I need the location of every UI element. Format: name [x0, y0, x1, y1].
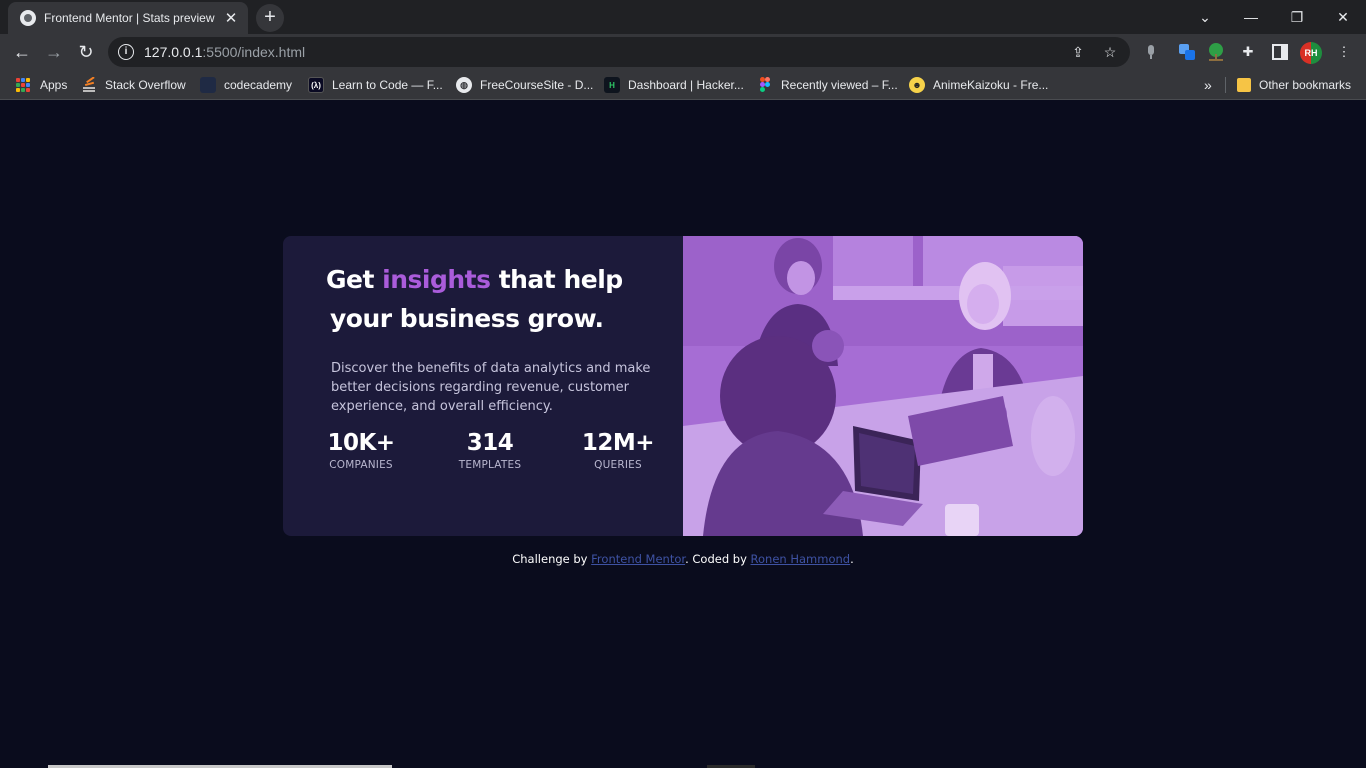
bookmark-codecademy[interactable]: codecademy: [200, 76, 292, 94]
author-link[interactable]: Ronen Hammond: [751, 552, 851, 566]
bookmark-apps[interactable]: Apps: [16, 76, 67, 94]
frontend-mentor-link[interactable]: Frontend Mentor: [591, 552, 685, 566]
bookmark-label: Learn to Code — F...: [332, 78, 443, 92]
globe-icon: ◍: [456, 77, 472, 93]
frontend-mentor-favicon-icon: [20, 10, 36, 26]
new-tab-button[interactable]: +: [256, 4, 284, 32]
bookmark-label: codecademy: [224, 78, 293, 92]
bookmark-hackerrank[interactable]: H Dashboard | Hacker...: [604, 76, 744, 94]
bookmark-freecoursesite[interactable]: ◍ FreeCourseSite - D...: [456, 76, 593, 94]
close-window-icon[interactable]: ✕: [1320, 0, 1366, 34]
stat-value: 314: [466, 430, 514, 456]
headline-pre: Get: [326, 265, 383, 294]
extensions-puzzle-icon[interactable]: ✚: [1238, 42, 1258, 62]
stat-value: 12M+: [581, 430, 655, 456]
stat-queries: 12M+ QUERIES: [553, 430, 683, 471]
share-icon[interactable]: ⇪: [1069, 43, 1087, 61]
stat-label: COMPANIES: [329, 459, 393, 471]
headline-post: that help: [490, 265, 624, 294]
back-icon[interactable]: ←: [8, 38, 36, 66]
stat-label: TEMPLATES: [458, 459, 522, 471]
folder-icon: [1237, 78, 1251, 92]
bookmark-label: Dashboard | Hacker...: [628, 78, 744, 92]
bookmark-label: Stack Overflow: [105, 78, 186, 92]
bookmark-freecodecamp[interactable]: (λ) Learn to Code — F...: [308, 76, 443, 94]
bookmark-figma[interactable]: Recently viewed – F...: [757, 76, 898, 94]
bookmarks-overflow-icon[interactable]: »: [1204, 76, 1212, 94]
browser-tab[interactable]: Frontend Mentor | Stats preview ✕: [8, 2, 248, 34]
forward-icon[interactable]: →: [40, 38, 68, 66]
stat-companies: 10K+ COMPANIES: [296, 430, 426, 471]
codecademy-icon: [200, 77, 216, 93]
stat-value: 10K+: [327, 430, 395, 456]
bookmarks-bar: Apps Stack Overflow codecademy (λ) Learn…: [0, 70, 1366, 100]
card-description: Discover the benefits of data analytics …: [331, 361, 651, 414]
attribution: Challenge by Frontend Mentor. Coded by R…: [0, 552, 1366, 566]
attribution-suffix: .: [850, 552, 854, 566]
tab-search-icon[interactable]: ⌄: [1182, 0, 1228, 34]
apps-grid-icon: [16, 78, 30, 92]
minimize-icon[interactable]: —: [1228, 0, 1274, 34]
bookmark-label: Other bookmarks: [1259, 78, 1352, 92]
stat-label: QUERIES: [594, 459, 642, 471]
headline-accent: insights: [382, 265, 491, 294]
headline-line2: your business grow.: [330, 304, 604, 333]
close-tab-icon[interactable]: ✕: [222, 9, 240, 27]
office-team-image: [683, 236, 1083, 536]
bookmark-animekaizoku[interactable]: ☻ AnimeKaizoku - Fre...: [909, 76, 1048, 94]
browser-titlebar: Frontend Mentor | Stats preview ✕ + ⌄ — …: [0, 0, 1366, 34]
bookmark-label: Apps: [40, 78, 68, 92]
bookmark-star-icon[interactable]: ☆: [1101, 43, 1119, 61]
site-info-icon[interactable]: i: [118, 44, 134, 60]
address-bar[interactable]: i 127.0.0.1:5500/index.html ⇪ ☆: [108, 37, 1130, 67]
menu-kebab-icon[interactable]: ⋮: [1334, 42, 1354, 62]
bookmark-label: FreeCourseSite - D...: [480, 78, 594, 92]
restore-icon[interactable]: ❐: [1274, 0, 1320, 34]
bookmark-label: AnimeKaizoku - Fre...: [933, 78, 1049, 92]
attribution-middle: . Coded by: [685, 552, 751, 566]
url-path: :5500/index.html: [202, 44, 306, 60]
extension-translate-icon[interactable]: [1177, 42, 1197, 62]
bookmark-other-bookmarks[interactable]: Other bookmarks: [1237, 76, 1351, 94]
bookmarks-divider: [1225, 77, 1226, 93]
profile-avatar[interactable]: RH: [1300, 42, 1322, 64]
extension-mic-icon[interactable]: [1141, 42, 1161, 62]
bookmark-stack-overflow[interactable]: Stack Overflow: [81, 76, 186, 94]
tab-title: Frontend Mentor | Stats preview: [44, 11, 215, 25]
card-text-section: Get insights that help your business gro…: [283, 236, 683, 536]
extension-tree-icon[interactable]: [1206, 42, 1226, 62]
card-headline: Get insights that help your business gro…: [326, 260, 666, 338]
figma-icon: [757, 77, 773, 93]
reload-icon[interactable]: ↻: [72, 38, 100, 66]
side-panel-icon[interactable]: [1270, 42, 1290, 62]
anime-icon: ☻: [909, 77, 925, 93]
browser-toolbar: ← → ↻ i 127.0.0.1:5500/index.html ⇪ ☆ ✚ …: [0, 34, 1366, 70]
hackerrank-icon: H: [604, 77, 620, 93]
stat-templates: 314 TEMPLATES: [425, 430, 555, 471]
attribution-prefix: Challenge by: [512, 552, 592, 566]
url-host: 127.0.0.1: [144, 44, 203, 60]
bookmark-label: Recently viewed – F...: [781, 78, 898, 92]
freecodecamp-icon: (λ): [308, 77, 324, 93]
stats-preview-card: Get insights that help your business gro…: [283, 236, 1083, 536]
stackoverflow-icon: [81, 77, 97, 93]
